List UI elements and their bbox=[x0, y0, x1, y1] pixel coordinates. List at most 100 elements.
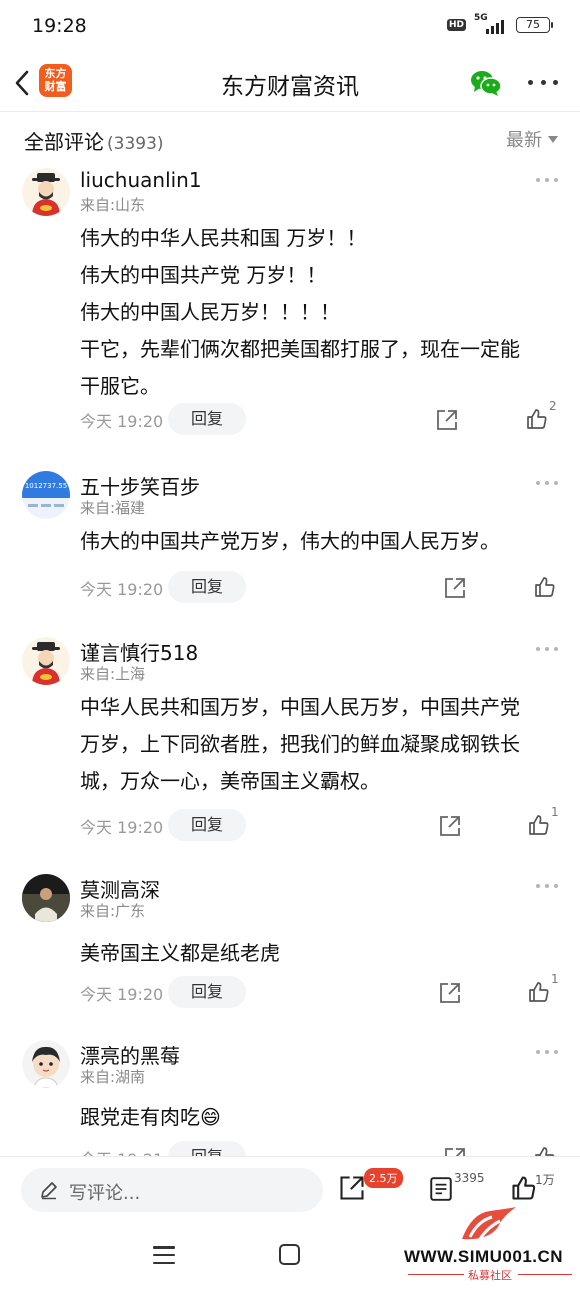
comment-username[interactable]: 谨言慎行518 bbox=[80, 637, 198, 666]
comment-item: 谨言慎行518 来自:上海 中华人民共和国万岁，中国人民万岁，中国共产党 万岁，… bbox=[0, 629, 580, 866]
comment-line: 伟大的中国人民万岁！！！！ bbox=[80, 300, 340, 324]
share-icon[interactable] bbox=[435, 408, 459, 432]
comment-username[interactable]: 漂亮的黑莓 bbox=[80, 1040, 180, 1069]
wechat-share-button[interactable] bbox=[470, 69, 502, 101]
person-photo-avatar-icon bbox=[22, 874, 70, 922]
comment-item: 1012737.55 五十步笑百步 来自:福建 伟大的中国共产党万岁，伟大的中国… bbox=[0, 463, 580, 629]
caishen-avatar-icon bbox=[22, 637, 70, 685]
comment-more-button[interactable] bbox=[536, 645, 558, 653]
comment-line: 伟大的中国共产党 万岁！！ bbox=[80, 263, 327, 287]
reply-button[interactable]: 回复 bbox=[168, 1141, 246, 1156]
comment-text: 跟党走有肉吃😄 bbox=[80, 1099, 560, 1136]
like-count: 2 bbox=[549, 399, 557, 413]
back-button[interactable] bbox=[10, 68, 34, 98]
comment-line: 跟党走有肉吃😄 bbox=[80, 1105, 221, 1129]
reply-button[interactable]: 回复 bbox=[168, 571, 246, 603]
share-icon[interactable] bbox=[438, 814, 462, 838]
like-button[interactable]: 1 bbox=[527, 972, 563, 1008]
comment-placeholder: 写评论... bbox=[69, 1183, 141, 1204]
thumbs-up-icon[interactable] bbox=[510, 1174, 538, 1202]
watermark-subtext: 私募社区 bbox=[468, 1269, 512, 1282]
avatar[interactable]: 1012737.55 bbox=[22, 471, 70, 519]
share-icon[interactable] bbox=[443, 1146, 467, 1156]
comment-item: 莫测高深 来自:广东 美帝国主义都是纸老虎 今天 19:20 回复 1 bbox=[0, 866, 580, 1032]
watermark-line-right bbox=[518, 1274, 572, 1275]
avatar[interactable] bbox=[22, 637, 70, 685]
thumbs-up-icon bbox=[529, 982, 549, 1002]
comment-input[interactable]: 写评论... bbox=[21, 1168, 323, 1212]
simu-logo-icon bbox=[462, 1207, 516, 1240]
comment-text: 美帝国主义都是纸老虎 bbox=[80, 935, 560, 972]
share-count-badge: 2.5万 bbox=[364, 1168, 403, 1188]
comment-line: 伟大的中国共产党万岁，伟大的中国人民万岁。 bbox=[80, 529, 500, 553]
comment-total-count: 3395 bbox=[454, 1171, 485, 1185]
chevron-left-icon bbox=[15, 70, 29, 96]
comments-header: 全部评论 (3393) 最新 bbox=[0, 124, 580, 154]
comment-line: 美帝国主义都是纸老虎 bbox=[80, 941, 280, 965]
recent-apps-button[interactable] bbox=[153, 1246, 175, 1264]
comment-username[interactable]: 五十步笑百步 bbox=[80, 471, 200, 500]
comment-line: 中华人民共和国万岁，中国人民万岁，中国共产党 bbox=[80, 695, 520, 719]
comment-location: 来自:湖南 bbox=[80, 1068, 146, 1086]
battery-icon: 75 bbox=[516, 17, 553, 33]
comment-location: 来自:上海 bbox=[80, 665, 146, 683]
status-bar: 19:28 HD 5G 75 bbox=[0, 0, 580, 56]
sort-label: 最新 bbox=[506, 130, 542, 151]
avatar-text: 1012737.55 bbox=[25, 482, 67, 490]
comment-meta: 今天 19:20 回复 bbox=[80, 571, 560, 603]
comment-location: 来自:山东 bbox=[80, 196, 146, 214]
comment-text: 伟大的中华人民共和国 万岁！！ 伟大的中国共产党 万岁！！ 伟大的中国人民万岁！… bbox=[80, 220, 560, 405]
more-options-button[interactable] bbox=[528, 68, 558, 96]
watermark: WWW.SIMU001.CN 私募社区 bbox=[400, 1205, 578, 1285]
comment-meta: 今天 19:20 回复 1 bbox=[80, 805, 563, 841]
status-time: 19:28 bbox=[32, 15, 87, 37]
avatar[interactable] bbox=[22, 168, 70, 216]
avatar[interactable] bbox=[22, 1040, 70, 1088]
comment-more-button[interactable] bbox=[536, 882, 558, 890]
comment-line: 干它，先辈们俩次都把美国都打服了，现在一定能 bbox=[80, 337, 520, 361]
hd-icon: HD bbox=[446, 19, 466, 31]
watermark-text: WWW.SIMU001.CN bbox=[404, 1247, 564, 1266]
comment-username[interactable]: 莫测高深 bbox=[80, 874, 160, 903]
comment-text: 伟大的中国共产党万岁，伟大的中国人民万岁。 bbox=[80, 523, 560, 560]
comment-line: 万岁，上下同欲者胜，把我们的鲜血凝聚成钢铁长 bbox=[80, 732, 520, 756]
app-logo[interactable]: 东方 财富 bbox=[39, 64, 72, 97]
dot-icon bbox=[528, 79, 533, 85]
status-icons: HD 5G 75 bbox=[446, 13, 553, 34]
logo-text-bottom: 财富 bbox=[44, 80, 67, 93]
share-icon[interactable] bbox=[438, 981, 462, 1005]
like-button[interactable]: 1 bbox=[527, 805, 563, 841]
comment-more-button[interactable] bbox=[536, 479, 558, 487]
like-count: 1 bbox=[551, 805, 559, 819]
avatar[interactable] bbox=[22, 874, 70, 922]
cartoon-boy-avatar-icon bbox=[22, 1040, 70, 1088]
like-button[interactable] bbox=[533, 1145, 569, 1156]
watermark-line-left bbox=[408, 1274, 464, 1275]
comment-list-icon[interactable] bbox=[428, 1176, 454, 1202]
like-button[interactable]: 2 bbox=[525, 399, 561, 435]
comment-more-button[interactable] bbox=[536, 1048, 558, 1056]
comment-time: 今天 19:20 bbox=[80, 818, 164, 837]
share-icon[interactable] bbox=[338, 1174, 366, 1202]
like-count: 1 bbox=[551, 972, 559, 986]
comment-meta: 今天 19:20 回复 2 bbox=[80, 399, 561, 435]
comment-count: (3393) bbox=[107, 134, 164, 154]
comment-username[interactable]: liuchuanlin1 bbox=[80, 168, 202, 192]
reply-button[interactable]: 回复 bbox=[168, 976, 246, 1008]
comment-text: 中华人民共和国万岁，中国人民万岁，中国共产党 万岁，上下同欲者胜，把我们的鲜血凝… bbox=[80, 689, 560, 800]
comment-item: 漂亮的黑莓 来自:湖南 跟党走有肉吃😄 今天 19:21 回复 bbox=[0, 1032, 580, 1156]
home-button[interactable] bbox=[279, 1244, 300, 1265]
share-icon[interactable] bbox=[443, 576, 467, 600]
comment-line: 伟大的中华人民共和国 万岁！！ bbox=[80, 226, 367, 250]
comment-meta: 今天 19:21 回复 bbox=[80, 1141, 560, 1156]
comment-item: liuchuanlin1 来自:山东 伟大的中华人民共和国 万岁！！ 伟大的中国… bbox=[0, 160, 580, 463]
thumbs-up-icon bbox=[529, 815, 549, 835]
reply-button[interactable]: 回复 bbox=[168, 809, 246, 841]
comment-more-button[interactable] bbox=[536, 176, 558, 184]
comment-time: 今天 19:20 bbox=[80, 580, 164, 599]
section-title: 全部评论 (3393) bbox=[24, 126, 164, 155]
section-title-text: 全部评论 bbox=[24, 130, 104, 154]
reply-button[interactable]: 回复 bbox=[168, 403, 246, 435]
sort-dropdown[interactable]: 最新 bbox=[506, 126, 558, 152]
like-button[interactable] bbox=[533, 575, 569, 603]
